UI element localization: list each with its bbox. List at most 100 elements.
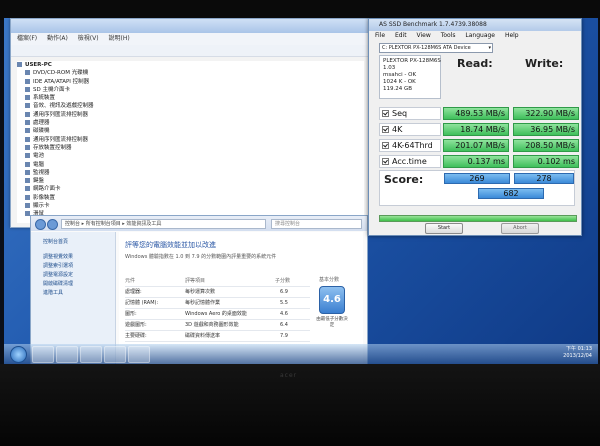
write-result: 322.90 MB/s [513,107,579,120]
tree-item[interactable]: 存放裝置控制器 [17,144,364,152]
device-icon [25,178,30,184]
tree-item[interactable]: IDE ATA/ATAPI 控制器 [17,78,364,86]
device-icon [25,111,30,117]
table-header: 元件 評等項目 子分數 [125,276,310,287]
test-checkbox-4k[interactable]: 4K [379,123,441,136]
as-ssd-title[interactable]: AS SSD Benchmark 1.7.4739.38088 [369,19,581,31]
as-ssd-menubar: File Edit View Tools Language Help [369,31,581,41]
checkbox-icon [382,126,389,133]
bench-row-4k64: 4K-64Thrd 201.07 MB/s 208.50 MB/s [379,139,579,152]
tray-clock[interactable]: 下午 01:13 2013/12/04 [563,346,592,360]
checkbox-icon [382,142,389,149]
taskbar-app-icon[interactable] [104,346,126,363]
device-manager-toolbar [11,45,368,57]
device-manager-window: 檔案(F) 動作(A) 檢視(V) 說明(H) USER-PC DVD/CD-R… [10,18,369,228]
tree-item[interactable]: 電池 [17,152,364,160]
desktop: 檔案(F) 動作(A) 檢視(V) 說明(H) USER-PC DVD/CD-R… [4,18,598,364]
sidebar-link[interactable]: 控制台首頁 [31,238,115,247]
menu-file[interactable]: 檔案(F) [17,35,37,42]
score-total: 682 [478,188,544,199]
brand-logo: acer [280,372,298,379]
test-checkbox-seq[interactable]: Seq [379,107,441,120]
menu-file[interactable]: File [375,32,385,39]
drive-info: PLEXTOR PX-128M6S 1.03 msahci - OK 1024 … [379,55,441,99]
device-icon [25,95,30,101]
write-result: 0.102 ms [513,155,579,168]
menu-view[interactable]: View [417,32,431,39]
menu-help[interactable]: 說明(H) [109,35,130,42]
write-header: Write: [525,57,564,70]
tree-item[interactable]: DVD/CD-ROM 光碟機 [17,69,364,77]
breadcrumb[interactable]: 控制台 ▸ 所有控制台項目 ▸ 效能資訊及工具 [61,219,266,229]
drive-alignment: 1024 K - OK [383,79,416,85]
search-input[interactable]: 搜尋控制台 [271,219,362,229]
taskbar: 下午 01:13 2013/12/04 [4,344,598,364]
device-tree: USER-PC DVD/CD-ROM 光碟機 IDE ATA/ATAPI 控制器… [17,61,364,223]
tree-item[interactable]: 監視器 [17,169,364,177]
tree-item[interactable]: 影像裝置 [17,194,364,202]
device-manager-titlebar[interactable] [11,19,368,33]
screen-bezel-top [0,0,600,20]
taskbar-control-panel-icon[interactable] [128,346,150,363]
tree-item[interactable]: 系統裝置 [17,94,364,102]
tree-item[interactable]: 鍵盤 [17,177,364,185]
tree-root[interactable]: USER-PC [17,61,364,69]
sidebar-link[interactable]: 開啟磁碟清理 [31,280,115,289]
test-checkbox-acctime[interactable]: Acc.time [379,155,441,168]
base-score-badge: 4.6 [319,286,345,314]
tree-item[interactable]: 網路介面卡 [17,185,364,193]
menu-language[interactable]: Language [465,32,495,39]
device-icon [25,203,30,209]
drive-driver: msahci - OK [383,72,417,78]
taskbar-media-icon[interactable] [80,346,102,363]
device-icon [25,186,30,192]
device-icon [25,144,30,150]
taskbar-ie-icon[interactable] [32,346,54,363]
device-manager-menubar: 檔案(F) 動作(A) 檢視(V) 說明(H) [11,33,368,45]
abort-button[interactable]: Abort [501,223,539,234]
checkbox-icon [382,110,389,117]
checkbox-icon [382,158,389,165]
device-icon [25,136,30,142]
test-checkbox-4k64[interactable]: 4K-64Thrd [379,139,441,152]
tree-item[interactable]: SD 主機介面卡 [17,86,364,94]
menu-edit[interactable]: Edit [395,32,407,39]
performance-window: 控制台 ▸ 所有控制台項目 ▸ 效能資訊及工具 搜尋控制台 控制台首頁 調整視覺… [30,215,368,364]
drive-select[interactable]: C: PLEXTOR PX-128M6S ATA Device ▾ [379,43,493,53]
chevron-down-icon: ▾ [488,45,491,51]
menu-help[interactable]: Help [505,32,519,39]
menu-view[interactable]: 檢視(V) [78,35,99,42]
start-button-windows-icon[interactable] [10,346,27,363]
device-icon [25,161,30,167]
taskbar-explorer-icon[interactable] [56,346,78,363]
tree-item[interactable]: 處理器 [17,119,364,127]
menu-tools[interactable]: Tools [441,32,456,39]
tree-item[interactable]: 通用序列匯流排控制器 [17,111,364,119]
tree-item[interactable]: 音效、視訊及遊戲控制器 [17,102,364,110]
forward-button[interactable] [47,219,58,230]
address-bar: 控制台 ▸ 所有控制台項目 ▸ 效能資訊及工具 搜尋控制台 [31,216,367,231]
sidebar-link[interactable]: 調整電源設定 [31,271,115,280]
tree-item[interactable]: 顯示卡 [17,202,364,210]
read-header: Read: [457,57,493,70]
menu-action[interactable]: 動作(A) [47,35,68,42]
bench-row-acctime: Acc.time 0.137 ms 0.102 ms [379,155,579,168]
progress-bar [379,215,577,222]
device-icon [25,128,30,134]
sidebar-link[interactable]: 調整索引選項 [31,262,115,271]
tree-item[interactable]: 通用序列匯流排控制器 [17,136,364,144]
score-table: 元件 評等項目 子分數 處理器: 每秒運算次數 6.9 記憶體 (RAM): 每… [125,276,310,342]
tree-item[interactable]: 磁碟機 [17,127,364,135]
sidebar-link[interactable]: 進階工具 [31,289,115,298]
write-result: 208.50 MB/s [513,139,579,152]
drive-size: 119.24 GB [383,86,413,92]
sidebar-link[interactable]: 調整視覺效果 [31,253,115,262]
write-result: 36.95 MB/s [513,123,579,136]
tree-item[interactable]: 電腦 [17,161,364,169]
back-button[interactable] [35,219,46,230]
score-panel: Score: 269 278 682 [379,170,575,206]
read-result: 18.74 MB/s [443,123,509,136]
table-row: 圖形: Windows Aero 的桌面效能 4.6 [125,309,310,320]
start-button[interactable]: Start [425,223,463,234]
read-result: 0.137 ms [443,155,509,168]
